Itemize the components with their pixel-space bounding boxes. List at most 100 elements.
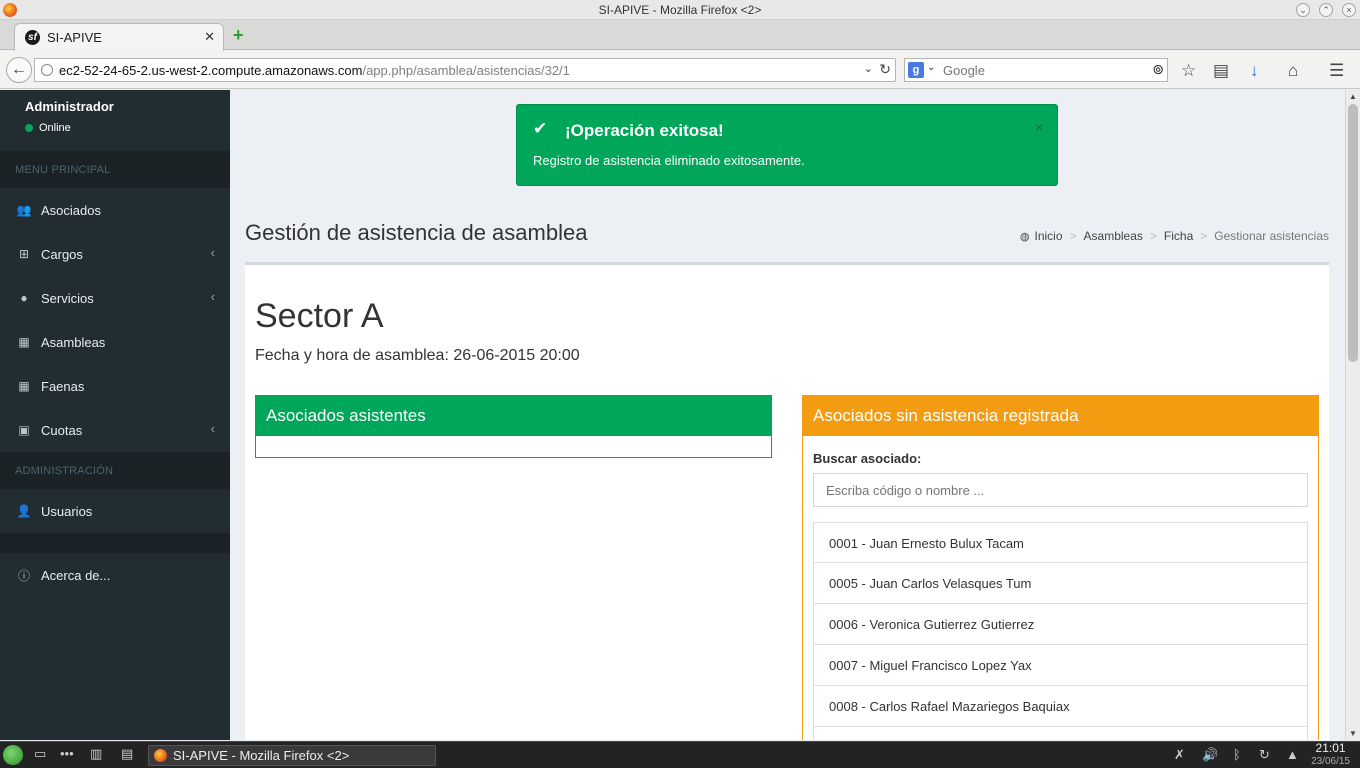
breadcrumb-separator: > xyxy=(1069,229,1077,243)
google-icon[interactable]: g xyxy=(908,62,924,78)
tray-expand-icon[interactable]: ▲ xyxy=(1286,747,1299,762)
alert-title: ¡Operación exitosa! xyxy=(565,121,724,140)
url-bar[interactable]: ec2-52-24-65-2.us-west-2.compute.amazona… xyxy=(34,58,896,82)
sidebar-item-cuotas[interactable]: ▣ Cuotas ‹ xyxy=(0,408,230,452)
user-icon: 👤 xyxy=(16,504,32,518)
sidebar-item-label: Acerca de... xyxy=(41,567,111,583)
list-item[interactable]: 0001 - Juan Ernesto Bulux Tacam xyxy=(813,522,1308,563)
list-item[interactable]: 0008 - Carlos Rafael Mazariegos Baquiax xyxy=(813,686,1308,727)
list-item[interactable] xyxy=(813,727,1308,740)
attending-panel-title: Asociados asistentes xyxy=(256,396,771,436)
globe-icon xyxy=(41,64,53,76)
start-menu-icon[interactable] xyxy=(3,745,23,765)
breadcrumb-ficha[interactable]: Ficha xyxy=(1164,229,1193,243)
desktop-icon[interactable]: ▭ xyxy=(34,746,46,762)
clock-time: 21:01 xyxy=(1315,741,1346,755)
minimize-icon[interactable]: ⌄ xyxy=(1296,3,1310,17)
success-alert: ✔ ¡Operación exitosa! Registro de asiste… xyxy=(516,104,1058,186)
info-icon: ⓘ xyxy=(17,568,30,583)
scroll-up-icon[interactable]: ▲ xyxy=(1349,92,1357,101)
sidebar-item-label: Cuotas xyxy=(41,422,83,438)
check-icon: ✔ xyxy=(533,119,548,138)
user-name: Administrador xyxy=(25,99,114,114)
sidebar-item-asambleas[interactable]: ▦ Asambleas xyxy=(0,320,230,364)
menu-hamburger-icon[interactable]: ☰ xyxy=(1329,61,1344,81)
binoculars-icon[interactable]: ⊚ xyxy=(1152,61,1164,78)
reload-icon[interactable]: ↻ xyxy=(879,61,891,78)
back-arrow-icon[interactable]: ← xyxy=(6,57,32,83)
downloads-icon[interactable]: ↓ xyxy=(1250,61,1259,81)
online-dot-icon xyxy=(25,124,33,132)
close-tab-icon[interactable]: ✕ xyxy=(204,29,215,45)
list-item[interactable]: 0006 - Veronica Gutierrez Gutierrez xyxy=(813,604,1308,645)
home-icon[interactable]: ⌂ xyxy=(1288,61,1298,81)
scroll-down-icon[interactable]: ▼ xyxy=(1349,729,1357,738)
search-engine-dropdown-icon[interactable]: ⌄ xyxy=(927,62,935,73)
sidebar-item-faenas[interactable]: ▦ Faenas xyxy=(0,364,230,408)
main-content: ✔ ¡Operación exitosa! Registro de asiste… xyxy=(230,90,1345,740)
dashboard-icon: ◍ xyxy=(1019,230,1030,243)
sitemap-icon: ⊞ xyxy=(18,247,30,261)
breadcrumb-separator: > xyxy=(1149,229,1157,243)
user-status: Online xyxy=(25,122,230,134)
breadcrumb-separator: > xyxy=(1200,229,1208,243)
page-scrollbar[interactable]: ▲ ▼ xyxy=(1345,90,1360,740)
more-icon[interactable]: ••• xyxy=(60,746,74,761)
sidebar-item-label: Servicios xyxy=(41,290,94,306)
sidebar-item-label: Usuarios xyxy=(41,503,93,519)
sidebar-item-servicios[interactable]: ● Servicios ‹ xyxy=(0,276,230,320)
sidebar-header-menu-principal: MENU PRINCIPAL xyxy=(0,151,230,188)
sidebar-item-usuarios[interactable]: 👤 Usuarios xyxy=(0,489,230,533)
alert-close-button[interactable]: × xyxy=(1035,119,1043,135)
sidebar-item-acerca[interactable]: ⓘ Acerca de... xyxy=(0,553,230,597)
history-dropdown-icon[interactable]: ⌄ xyxy=(864,62,873,75)
navigation-bar: ← ec2-52-24-65-2.us-west-2.compute.amazo… xyxy=(0,51,1360,89)
sidebar-item-label: Asambleas xyxy=(41,334,106,350)
volume-icon[interactable]: 🔊 xyxy=(1202,747,1218,763)
bluetooth-icon[interactable]: ᛒ xyxy=(1233,747,1241,762)
window-title: SI-APIVE - Mozilla Firefox <2> xyxy=(598,3,762,17)
chevron-left-icon: ‹ xyxy=(210,289,215,304)
alert-message: Registro de asistencia eliminado exitosa… xyxy=(533,153,805,168)
sidebar-divider xyxy=(0,533,230,553)
new-tab-icon[interactable]: + xyxy=(233,25,244,46)
search-bar[interactable]: g ⌄ Google ⊚ xyxy=(904,58,1168,82)
calendar-icon: ▦ xyxy=(18,379,30,393)
breadcrumb: ◍ Inicio > Asambleas > Ficha > Gestionar… xyxy=(1020,229,1329,243)
firefox-logo-icon xyxy=(154,749,167,762)
not-registered-panel: Asociados sin asistencia registrada Busc… xyxy=(802,395,1319,740)
network-icon[interactable]: ✗ xyxy=(1174,747,1185,763)
user-panel: Administrador Online xyxy=(0,90,230,151)
search-member-input[interactable] xyxy=(813,473,1308,507)
users-icon: 👥 xyxy=(16,203,32,217)
sidebar-header-administracion: ADMINISTRACIÓN xyxy=(0,452,230,489)
sidebar-item-asociados[interactable]: 👥 Asociados xyxy=(0,188,230,232)
os-taskbar: ▭ ••• ▥ ▤ SI-APIVE - Mozilla Firefox <2>… xyxy=(0,741,1360,768)
chevron-left-icon: ‹ xyxy=(210,421,215,436)
sidebar-item-cargos[interactable]: ⊞ Cargos ‹ xyxy=(0,232,230,276)
url-path: /app.php/asamblea/asistencias/32/1 xyxy=(362,63,570,78)
list-item[interactable]: 0005 - Juan Carlos Velasques Tum xyxy=(813,563,1308,604)
maximize-icon[interactable]: ⌃ xyxy=(1319,3,1333,17)
workspace-switcher-icon[interactable]: ▥ xyxy=(90,746,102,762)
breadcrumb-inicio[interactable]: Inicio xyxy=(1034,229,1062,243)
update-icon[interactable]: ↻ xyxy=(1259,747,1270,763)
browser-tab[interactable]: sf SI-APIVE ✕ xyxy=(14,23,224,51)
money-icon: ▣ xyxy=(18,423,30,437)
url-text[interactable]: ec2-52-24-65-2.us-west-2.compute.amazona… xyxy=(59,63,570,78)
scrollbar-thumb[interactable] xyxy=(1348,104,1358,362)
breadcrumb-asambleas[interactable]: Asambleas xyxy=(1084,229,1143,243)
taskbar-window-label: SI-APIVE - Mozilla Firefox <2> xyxy=(173,748,350,763)
sidebar-item-label: Cargos xyxy=(41,246,83,262)
member-list: 0001 - Juan Ernesto Bulux Tacam 0005 - J… xyxy=(813,522,1308,740)
close-window-icon[interactable]: × xyxy=(1342,3,1356,17)
clock[interactable]: 21:01 23/06/15 xyxy=(1311,742,1350,768)
chevron-left-icon: ‹ xyxy=(210,245,215,260)
bookmark-star-icon[interactable]: ☆ xyxy=(1181,61,1196,81)
taskbar-firefox-window[interactable]: SI-APIVE - Mozilla Firefox <2> xyxy=(148,745,436,766)
search-member-label: Buscar asociado: xyxy=(813,451,922,466)
content-box: Sector A Fecha y hora de asamblea: 26-06… xyxy=(245,262,1329,740)
reading-list-icon[interactable]: ▤ xyxy=(1213,61,1229,81)
file-manager-icon[interactable]: ▤ xyxy=(121,746,133,762)
list-item[interactable]: 0007 - Miguel Francisco Lopez Yax xyxy=(813,645,1308,686)
